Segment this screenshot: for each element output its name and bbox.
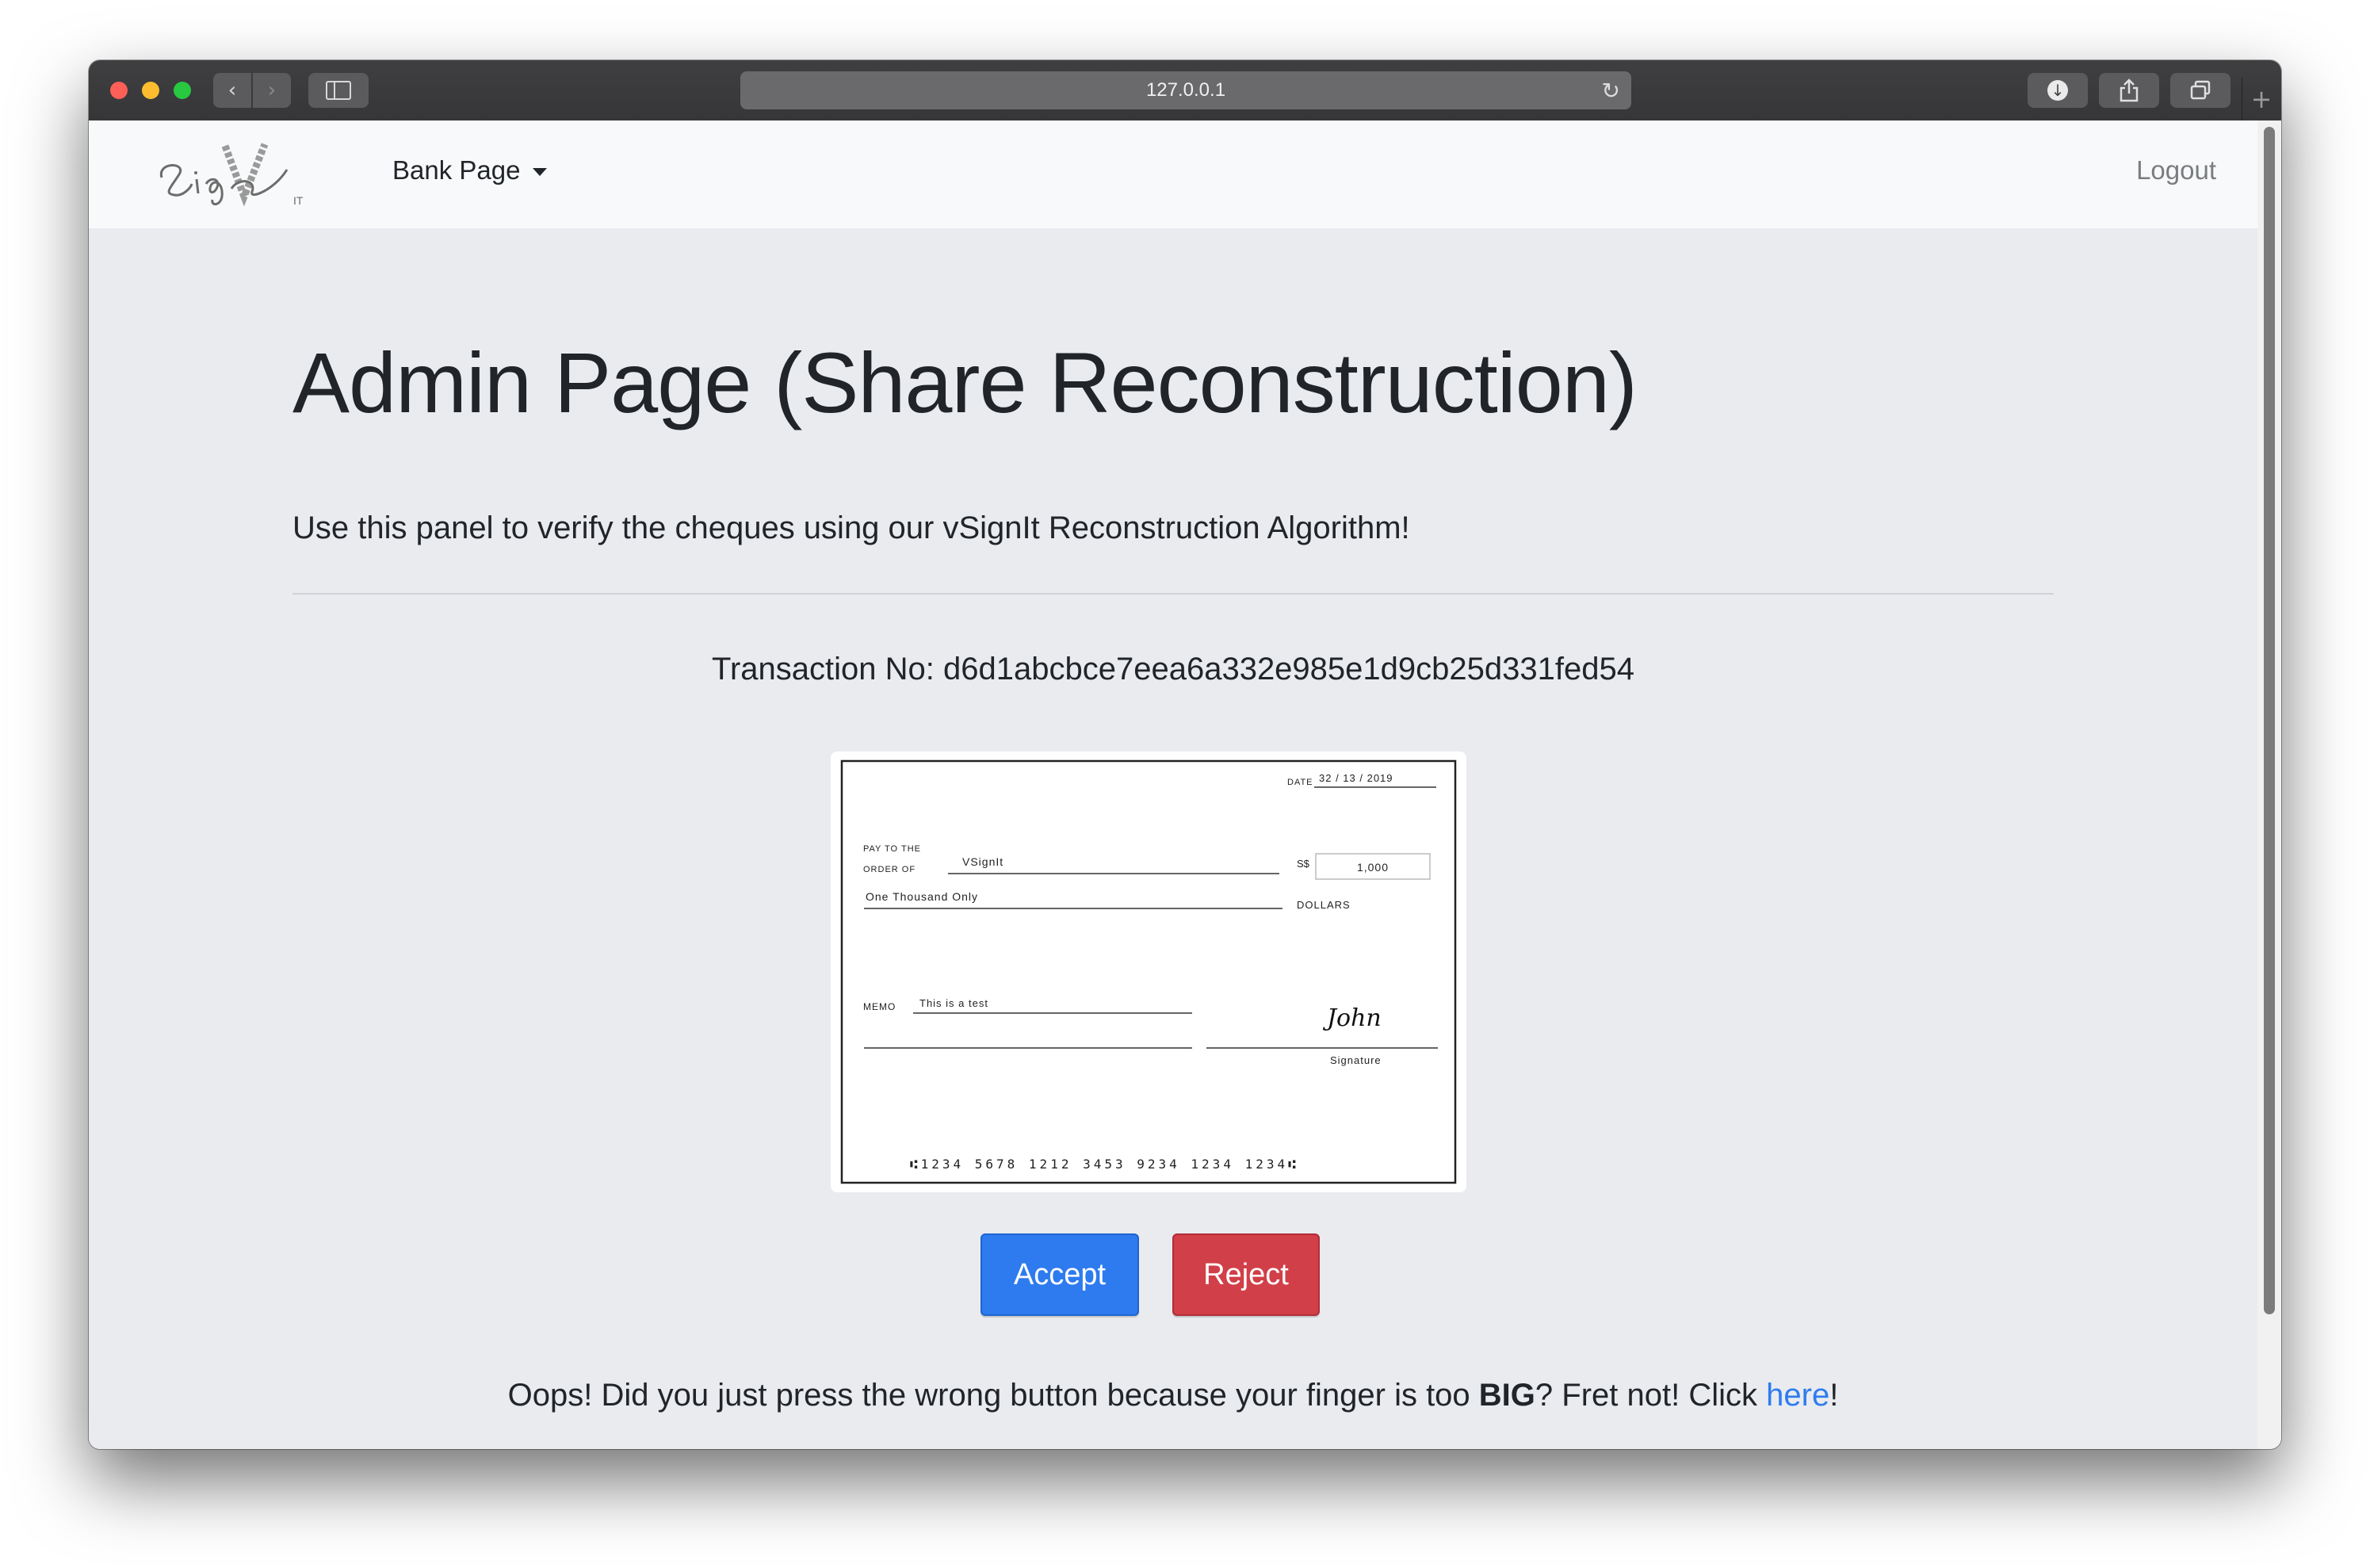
page-lead: Use this panel to verify the cheques usi…: [292, 511, 1410, 545]
reload-icon[interactable]: ↻: [1602, 78, 1620, 104]
cheque-date-value: 32 / 13 / 2019: [1319, 772, 1393, 784]
logout-link[interactable]: Logout: [2136, 155, 2216, 185]
cheque-memo-value: This is a test: [919, 997, 988, 1009]
title-bar: ‹ › 127.0.0.1 ↻ ↓ +: [89, 60, 2281, 121]
page-viewport: IT Bank Page Logout Admin Page (Share Re…: [89, 120, 2257, 1449]
cheque-dollars-label: DOLLARS: [1297, 899, 1351, 911]
undo-link[interactable]: here: [1766, 1378, 1829, 1413]
dropdown-label: Bank Page: [392, 155, 521, 185]
undo-text-prefix: Oops! Did you just press the wrong butto…: [507, 1378, 1479, 1413]
downloads-button[interactable]: ↓: [2028, 73, 2088, 108]
caret-down-icon: [533, 168, 548, 176]
page-title: Admin Page (Share Reconstruction): [292, 335, 1638, 430]
forward-button[interactable]: ›: [253, 73, 291, 108]
cheque-amount-words: One Thousand Only: [866, 890, 978, 903]
undo-text-bold: BIG: [1478, 1378, 1535, 1413]
zoom-window-button[interactable]: [174, 82, 191, 99]
sidebar-toggle-button[interactable]: [308, 73, 369, 108]
address-bar[interactable]: 127.0.0.1 ↻: [740, 71, 1631, 109]
close-window-button[interactable]: [110, 82, 128, 99]
scrollbar-thumb[interactable]: [2264, 127, 2275, 1314]
transaction-number: Transaction No: d6d1abcbce7eea6a332e985e…: [89, 652, 2257, 687]
plus-icon: +: [2250, 84, 2273, 114]
reject-button[interactable]: Reject: [1172, 1233, 1320, 1316]
cheque-signature: John: [1322, 1004, 1382, 1032]
back-button[interactable]: ‹: [213, 73, 251, 108]
chevron-right-icon: ›: [267, 78, 277, 102]
download-icon: ↓: [2047, 80, 2068, 101]
navbar: IT Bank Page Logout: [89, 120, 2257, 228]
undo-text-suffix: !: [1829, 1378, 1839, 1413]
cheque-signature-label: Signature: [1330, 1054, 1382, 1066]
pay-to-line1: PAY TO THE: [863, 844, 921, 854]
cheque-micr-line: ⑆1234 5678 1212 3453 9234 1234 1234⑆: [910, 1157, 1299, 1172]
browser-window: ‹ › 127.0.0.1 ↻ ↓ + IT Bank Page Logout …: [89, 60, 2281, 1449]
cheque-memo-label: MEMO: [863, 1001, 896, 1012]
minimize-window-button[interactable]: [142, 82, 159, 99]
cheque-payee: VSignIt: [962, 855, 1003, 868]
bank-page-dropdown[interactable]: Bank Page: [392, 155, 548, 185]
undo-text-middle: ? Fret not! Click: [1535, 1378, 1767, 1413]
url-text: 127.0.0.1: [1145, 79, 1226, 101]
cheque-drawing: DATE 32 / 13 / 2019 PAY TO THE ORDER OF …: [840, 759, 1457, 1184]
divider: [292, 593, 2054, 595]
vsignit-logo-icon: IT: [160, 143, 304, 207]
show-tabs-button[interactable]: [2170, 73, 2230, 108]
cheque-date-label: DATE: [1287, 778, 1313, 787]
cheque-image: DATE 32 / 13 / 2019 PAY TO THE ORDER OF …: [831, 751, 1466, 1192]
svg-text:IT: IT: [293, 194, 304, 207]
share-icon: [2120, 78, 2139, 102]
undo-message: Oops! Did you just press the wrong butto…: [89, 1378, 2257, 1413]
accept-button[interactable]: Accept: [980, 1233, 1139, 1316]
cheque-amount: 1,000: [1357, 861, 1389, 874]
chevron-left-icon: ‹: [227, 78, 237, 102]
sidebar-icon: [326, 81, 351, 100]
share-button[interactable]: [2099, 73, 2159, 108]
tabs-icon: [2190, 80, 2211, 100]
pay-to-line2: ORDER OF: [863, 865, 916, 874]
transaction-id: d6d1abcbce7eea6a332e985e1d9cb25d331fed54: [943, 652, 1634, 686]
cheque-currency: S$: [1297, 858, 1310, 870]
transaction-label: Transaction No:: [712, 652, 943, 686]
new-tab-button[interactable]: +: [2242, 78, 2280, 120]
brand-logo[interactable]: IT: [155, 138, 306, 208]
